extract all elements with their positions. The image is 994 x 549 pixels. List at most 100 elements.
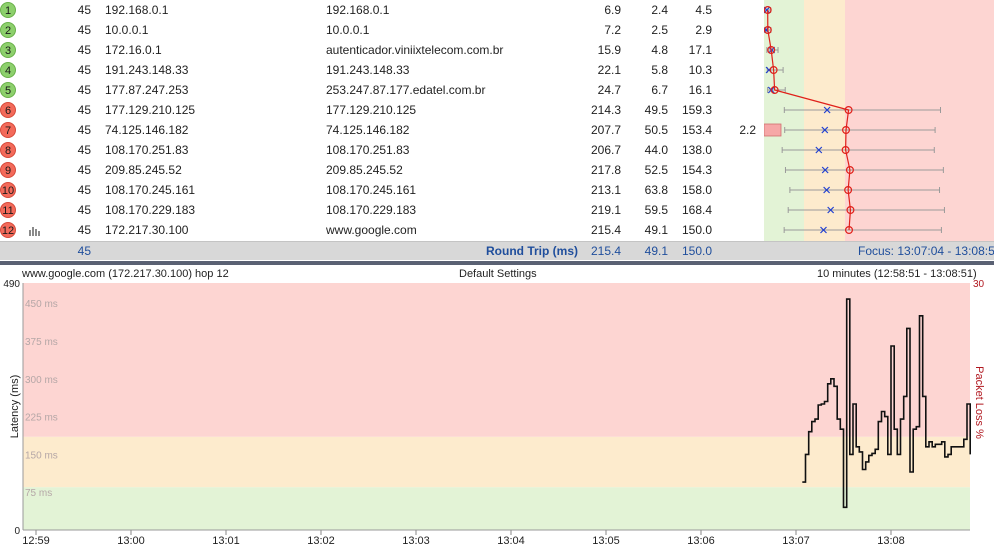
hop-cur: 158.0 <box>681 183 712 197</box>
hop-count: 45 <box>77 83 91 97</box>
hop-avg: 215.4 <box>590 223 621 237</box>
round-trip-row[interactable]: 45 Round Trip (ms) 215.4 49.1 150.0 Focu… <box>0 241 994 260</box>
hop-hostname: 192.168.0.1 <box>326 3 390 17</box>
y2-tick-label: 30 <box>973 279 985 290</box>
hop-avg: 22.1 <box>597 63 621 77</box>
hop-hostname: 10.0.0.1 <box>326 23 370 37</box>
hop-ip: 10.0.0.1 <box>105 23 149 37</box>
hop-number-badge: 8 <box>0 142 16 158</box>
y-tick-label: 450 ms <box>25 299 58 310</box>
hop-hostname: 191.243.148.33 <box>326 63 410 77</box>
hop-min: 44.0 <box>644 143 668 157</box>
hop-min: 5.8 <box>651 63 668 77</box>
packet-loss-bar <box>763 123 782 137</box>
hop-count: 45 <box>77 63 91 77</box>
hop-avg: 214.3 <box>590 103 621 117</box>
hop-count: 45 <box>77 203 91 217</box>
hop-ip: 108.170.251.83 <box>105 143 189 157</box>
hop-ip: 172.217.30.100 <box>105 223 189 237</box>
y-axis-title: Latency (ms) <box>9 375 21 439</box>
y-tick-label: 490 <box>3 279 20 290</box>
summary-avg: 215.4 <box>590 244 621 258</box>
hop-min: 2.5 <box>651 23 668 37</box>
hop-avg: 207.7 <box>590 123 621 137</box>
y-tick-label: 375 ms <box>25 337 58 348</box>
hop-count: 45 <box>77 163 91 177</box>
hop-cur: 138.0 <box>681 143 712 157</box>
hop-min: 50.5 <box>644 123 668 137</box>
hop-ip: 192.168.0.1 <box>105 3 169 17</box>
hop-number-badge: 6 <box>0 102 16 118</box>
x-tick-label: 13:00 <box>117 535 145 547</box>
hop-number-badge: 7 <box>0 122 16 138</box>
x-tick-label: 13:06 <box>687 535 715 547</box>
hop-min: 59.5 <box>644 203 668 217</box>
y-tick-label: 0 <box>14 526 20 537</box>
hop-cur: 153.4 <box>681 123 712 137</box>
y-tick-label: 75 ms <box>25 488 52 499</box>
good-latency-zone <box>23 487 970 530</box>
x-tick-label: 13:01 <box>212 535 240 547</box>
y-tick-label: 300 ms <box>25 375 58 386</box>
bar-graph-icon[interactable] <box>29 225 40 236</box>
hop-hostname: 253.247.87.177.edatel.com.br <box>326 83 486 97</box>
hop-ip: 191.243.148.33 <box>105 63 189 77</box>
x-tick-label: 13:02 <box>307 535 335 547</box>
hop-cur: 168.4 <box>681 203 712 217</box>
hop-cur: 159.3 <box>681 103 712 117</box>
hop-number-badge: 9 <box>0 162 16 178</box>
hop-hostname: autenticador.viniixtelecom.com.br <box>326 43 504 57</box>
hop-cur: 4.5 <box>695 3 712 17</box>
hop-count: 45 <box>77 23 91 37</box>
hop-hostname: 177.129.210.125 <box>326 103 417 117</box>
hop-min: 4.8 <box>651 43 668 57</box>
hop-ip: 172.16.0.1 <box>105 43 162 57</box>
hop-avg: 219.1 <box>590 203 621 217</box>
focus-range: Focus: 13:07:04 - 13:08:51 <box>858 244 994 258</box>
y2-axis-title: Packet Loss % <box>973 366 985 439</box>
hop-count: 45 <box>77 43 91 57</box>
bad-latency-zone <box>23 283 970 437</box>
hop-avg: 15.9 <box>597 43 621 57</box>
hop-count: 45 <box>77 143 91 157</box>
hop-cur: 154.3 <box>681 163 712 177</box>
latency-chart: 490 450 ms 375 ms 300 ms 225 ms 150 ms 75 ms 0 3… <box>3 279 985 547</box>
hop-hostname: www.google.com <box>326 223 417 237</box>
hop-ip: 177.129.210.125 <box>105 103 196 117</box>
x-tick-label: 12:59 <box>22 535 50 547</box>
hop-count: 45 <box>77 103 91 117</box>
hop-number-badge: 11 <box>0 202 16 218</box>
hop-ip: 74.125.146.182 <box>105 123 189 137</box>
hop-ip: 108.170.229.183 <box>105 203 196 217</box>
hop-min: 63.8 <box>644 183 668 197</box>
hop-ip: 209.85.245.52 <box>105 163 182 177</box>
hop-count: 45 <box>77 3 91 17</box>
hop-ip: 108.170.245.161 <box>105 183 196 197</box>
x-tick-label: 13:05 <box>592 535 620 547</box>
hop-avg: 213.1 <box>590 183 621 197</box>
hop-avg: 217.8 <box>590 163 621 177</box>
hop-count: 45 <box>77 183 91 197</box>
hop-avg: 6.9 <box>604 3 621 17</box>
hop-min: 2.4 <box>651 3 668 17</box>
latency-chart-panel[interactable]: www.google.com (172.217.30.100) hop 12 D… <box>0 265 994 549</box>
hop-number-badge: 12 <box>0 222 16 238</box>
hop-count: 45 <box>77 223 91 237</box>
hop-hostname: 108.170.229.183 <box>326 203 417 217</box>
hop-avg: 206.7 <box>590 143 621 157</box>
y-tick-label: 225 ms <box>25 413 58 424</box>
hop-cur: 2.9 <box>695 23 712 37</box>
hop-cur: 17.1 <box>688 43 712 57</box>
y-tick-label: 150 ms <box>25 450 58 461</box>
hop-avg: 7.2 <box>604 23 621 37</box>
summary-cur: 150.0 <box>681 244 712 258</box>
hop-avg: 24.7 <box>597 83 621 97</box>
hop-number-badge: 5 <box>0 82 16 98</box>
hop-ip: 177.87.247.253 <box>105 83 189 97</box>
hop-number-badge: 4 <box>0 62 16 78</box>
hop-min: 6.7 <box>651 83 668 97</box>
hop-cur: 10.3 <box>688 63 712 77</box>
hop-hostname: 108.170.251.83 <box>326 143 410 157</box>
round-trip-label: Round Trip (ms) <box>486 244 578 258</box>
warning-latency-zone <box>23 436 970 488</box>
